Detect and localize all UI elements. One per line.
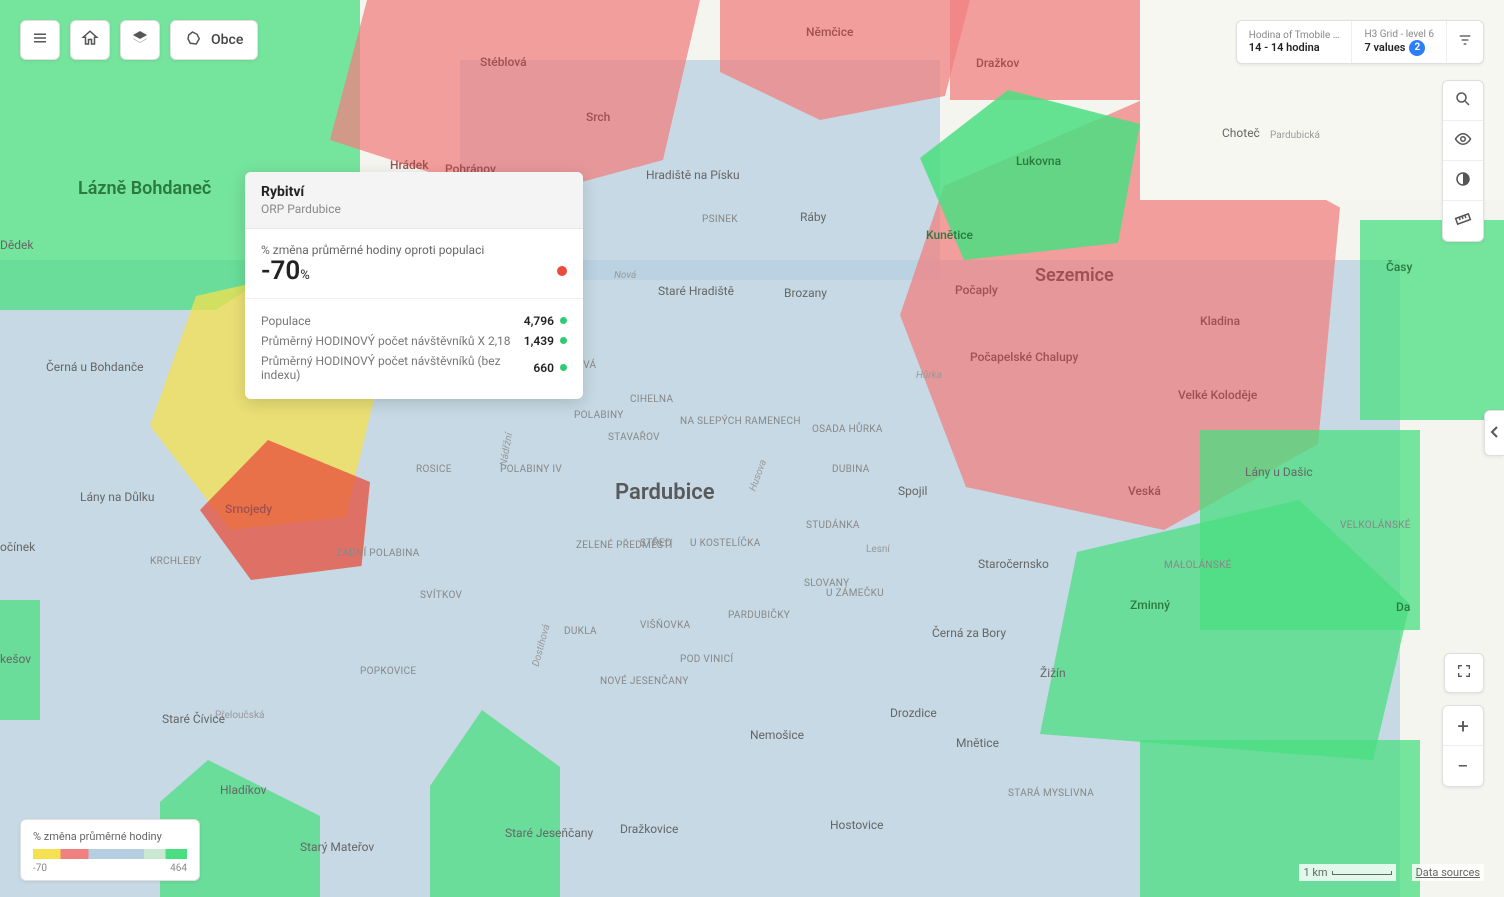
filter-hodina-value: 14 - 14 hodina — [1249, 41, 1340, 54]
popup-subtitle: ORP Pardubice — [261, 202, 567, 216]
popup-stat-value: 4,796 — [524, 314, 567, 328]
data-sources-link[interactable]: Data sources — [1412, 864, 1484, 881]
legend-title: % změna průměrné hodiny — [33, 830, 187, 843]
dot-green-icon — [560, 337, 567, 344]
map-container: Pardubice Sezemice Lázně Bohdaneč Stéblo… — [0, 0, 1504, 897]
filter-settings-button[interactable] — [1447, 21, 1483, 63]
layers-button[interactable] — [120, 20, 160, 60]
legend: % změna průměrné hodiny -70 464 — [20, 819, 200, 881]
scale-label: 1 km — [1303, 866, 1327, 879]
filter-panel: Hodina of Tmobile … 14 - 14 hodina H3 Gr… — [1236, 20, 1484, 64]
filter-h3grid-label: H3 Grid - level 6 — [1364, 29, 1434, 40]
popup-metric-label: % změna průměrné hodiny oproti populaci — [261, 243, 567, 257]
dot-green-icon — [560, 317, 567, 324]
popup-stat-row: Populace 4,796 — [261, 311, 567, 331]
menu-button[interactable] — [20, 20, 60, 60]
legend-range: -70 464 — [33, 863, 187, 874]
polygon-icon — [185, 29, 203, 51]
measure-button[interactable] — [1443, 201, 1483, 241]
bottom-right-controls: + − — [1442, 653, 1484, 787]
chevron-right-icon — [1490, 424, 1500, 443]
popup-divider — [245, 298, 583, 299]
popup-stat-label: Průměrný HODINOVÝ počet návštěvníků (bez… — [261, 354, 533, 382]
fullscreen-button[interactable] — [1444, 653, 1484, 693]
obce-button[interactable]: Obce — [170, 20, 258, 60]
home-icon — [81, 29, 99, 51]
popup-stat-row: Průměrný HODINOVÝ počet návštěvníků (bez… — [261, 351, 567, 385]
status-dot-red — [557, 266, 567, 276]
filter-icon — [1457, 32, 1473, 52]
popup-stat-value: 1,439 — [524, 334, 567, 348]
layers-icon — [131, 29, 149, 51]
search-icon — [1454, 90, 1472, 112]
scale-bar: 1 km — [1299, 864, 1395, 881]
zoom-control: + − — [1442, 705, 1484, 787]
theme-button[interactable] — [1443, 161, 1483, 201]
half-circle-icon — [1454, 170, 1472, 192]
popup-stat-label: Populace — [261, 314, 311, 328]
obce-button-label: Obce — [211, 32, 243, 48]
right-tools — [1442, 80, 1484, 242]
fullscreen-icon — [1456, 663, 1472, 683]
menu-icon — [31, 29, 49, 51]
popup-metric-unit: % — [300, 268, 310, 283]
top-left-toolbar: Obce — [20, 20, 258, 60]
eye-icon — [1454, 130, 1472, 152]
ruler-icon — [1454, 210, 1472, 232]
legend-max: 464 — [170, 863, 187, 874]
visibility-button[interactable] — [1443, 121, 1483, 161]
scale-attribution: 1 km Data sources — [1299, 864, 1484, 881]
search-button[interactable] — [1443, 81, 1483, 121]
legend-min: -70 — [33, 863, 47, 874]
zoom-out-button[interactable]: − — [1443, 746, 1483, 786]
popup-stat-value: 660 — [533, 361, 567, 375]
zoom-in-button[interactable]: + — [1443, 706, 1483, 746]
filter-hodina-label: Hodina of Tmobile … — [1249, 30, 1340, 41]
popup-stat-label: Průměrný HODINOVÝ počet návštěvníků X 2,… — [261, 334, 511, 348]
popup-header: Rybitví ORP Pardubice — [245, 172, 583, 229]
filter-h3grid[interactable]: H3 Grid - level 6 7 values 2 — [1352, 21, 1447, 63]
feature-popup: Rybitví ORP Pardubice % změna průměrné h… — [245, 172, 583, 399]
minus-icon: − — [1457, 754, 1468, 778]
filter-hodina[interactable]: Hodina of Tmobile … 14 - 14 hodina — [1237, 21, 1353, 63]
plus-icon: + — [1457, 714, 1468, 738]
popup-stat-row: Průměrný HODINOVÝ počet návštěvníků X 2,… — [261, 331, 567, 351]
filter-badge: 2 — [1409, 40, 1425, 56]
legend-gradient — [33, 849, 187, 859]
popup-title: Rybitví — [261, 184, 567, 200]
popup-metric-number: -70 — [261, 256, 300, 286]
home-button[interactable] — [70, 20, 110, 60]
popup-metric-value: -70% — [261, 257, 310, 286]
map-background[interactable] — [0, 0, 1504, 897]
filter-h3grid-value: 7 values — [1364, 41, 1405, 54]
expand-panel-button[interactable] — [1484, 410, 1504, 456]
dot-green-icon — [560, 364, 567, 371]
popup-body: % změna průměrné hodiny oproti populaci … — [245, 229, 583, 399]
